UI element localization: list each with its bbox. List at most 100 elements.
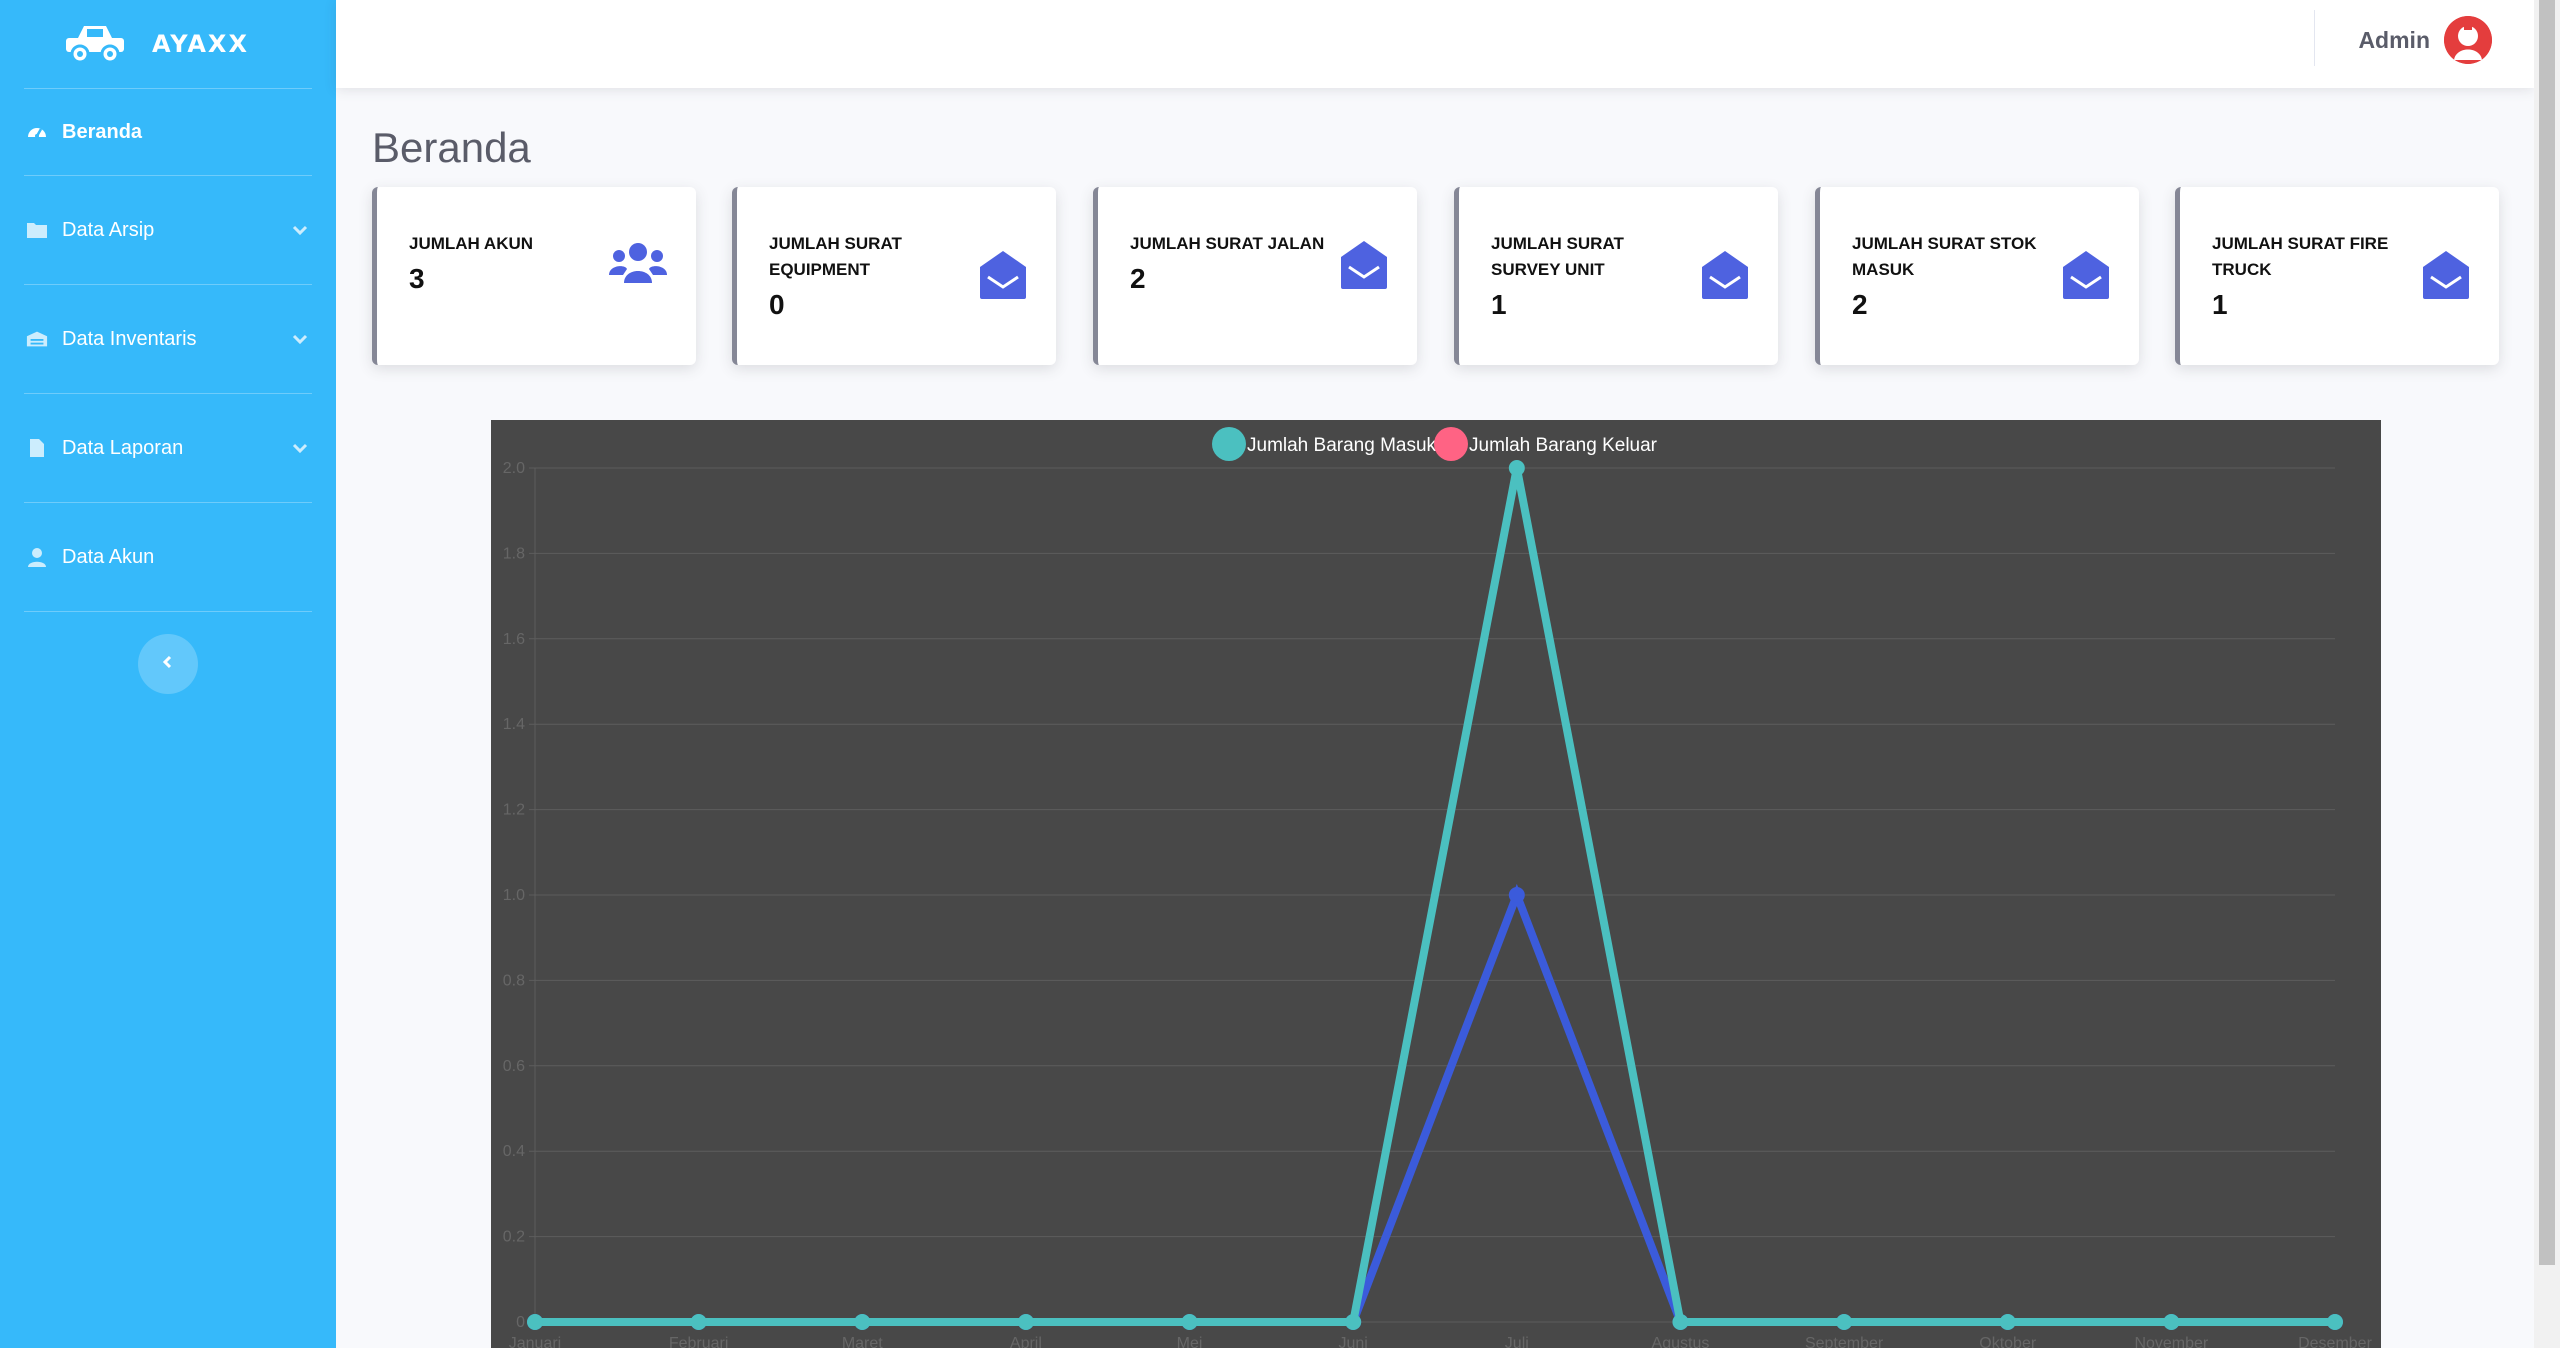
card-value: 2 <box>1852 289 1868 320</box>
data-point <box>1181 1314 1198 1330</box>
chevron-down-icon <box>290 329 310 349</box>
y-tick-label: 1.2 <box>503 802 525 819</box>
scrollbar-thumb[interactable] <box>2539 0 2555 1265</box>
topbar: Admin <box>336 0 2534 88</box>
card-label: JUMLAH SURAT STOK MASUK <box>1852 234 2037 279</box>
series-line <box>535 883 2335 1326</box>
sidebar-item-label: Data Arsip <box>62 218 155 241</box>
y-tick-label: 1.6 <box>503 631 525 648</box>
sidebar-divider <box>24 611 312 612</box>
y-tick-label: 0 <box>516 1314 525 1331</box>
card-value: 1 <box>1491 289 1507 320</box>
x-tick-label: November <box>2134 1335 2208 1348</box>
sidebar-toggle-button[interactable] <box>138 634 198 694</box>
card-label: JUMLAH SURAT JALAN <box>1130 234 1325 253</box>
card-value: 2 <box>1130 263 1146 294</box>
y-tick-label: 1.0 <box>503 887 525 904</box>
data-point <box>527 1314 543 1330</box>
x-tick-label: Oktober <box>1979 1335 2037 1348</box>
y-tick-label: 2.0 <box>503 460 525 477</box>
chevron-down-icon <box>290 438 310 458</box>
y-tick-label: 0.6 <box>503 1058 525 1075</box>
envelope-open-icon <box>1339 239 1389 296</box>
legend-swatch <box>1434 427 1468 461</box>
y-tick-label: 1.4 <box>503 716 525 733</box>
sidebar-item-label: Beranda <box>62 120 143 143</box>
users-icon <box>608 241 668 290</box>
data-point <box>1508 887 1525 903</box>
avatar[interactable] <box>2444 16 2492 64</box>
x-tick-label: Februari <box>669 1335 729 1348</box>
line-chart: 2.0 1.8 1.6 1.4 1.2 1.0 0.8 0.6 0.4 0.2 0 Januari Fe… <box>491 420 2381 1348</box>
topbar-divider <box>2314 10 2315 66</box>
data-point <box>2327 1314 2343 1330</box>
card-label: JUMLAH SURAT EQUIPMENT <box>769 234 902 279</box>
warehouse-icon <box>26 328 48 350</box>
data-point <box>1672 1314 1689 1330</box>
data-point <box>690 1314 707 1330</box>
truck-icon <box>64 24 126 64</box>
x-tick-label: Desember <box>2298 1335 2372 1348</box>
sidebar-item-label: Data Laporan <box>62 436 184 459</box>
envelope-open-icon <box>978 249 1028 306</box>
tachometer-icon <box>26 121 48 143</box>
stat-card-jumlah-akun: JUMLAH AKUN 3 <box>372 187 696 365</box>
data-point <box>1836 1314 1853 1330</box>
x-tick-label: Juli <box>1505 1335 1529 1348</box>
x-tick-label: Maret <box>842 1335 883 1348</box>
card-value: 0 <box>769 289 785 320</box>
x-tick-label: Januari <box>509 1335 561 1348</box>
card-label: JUMLAH SURAT FIRE TRUCK <box>2212 234 2389 279</box>
sidebar-item-data-akun[interactable]: Data Akun <box>0 503 336 611</box>
stat-card-jumlah-surat-survey-unit: JUMLAH SURAT SURVEY UNIT 1 <box>1454 187 1778 365</box>
y-tick-label: 0.8 <box>503 972 525 989</box>
card-value: 3 <box>409 263 425 294</box>
x-tick-label: April <box>1010 1335 1042 1348</box>
sidebar-item-label: Data Akun <box>62 545 155 568</box>
user-name: Admin <box>2358 26 2430 53</box>
data-point <box>1017 1314 1034 1330</box>
chevron-left-icon <box>160 654 176 675</box>
stat-card-jumlah-surat-jalan: JUMLAH SURAT JALAN 2 <box>1093 187 1417 365</box>
stat-card-jumlah-surat-fire-truck: JUMLAH SURAT FIRE TRUCK 1 <box>2175 187 2499 365</box>
x-tick-label: September <box>1805 1335 1884 1348</box>
sidebar-item-label: Data Inventaris <box>62 327 197 350</box>
sidebar-item-data-inventaris[interactable]: Data Inventaris <box>0 285 336 393</box>
chevron-down-icon <box>290 220 310 240</box>
stat-card-jumlah-surat-equipment: JUMLAH SURAT EQUIPMENT 0 <box>732 187 1056 365</box>
card-label: JUMLAH AKUN <box>409 234 534 253</box>
scrollbar[interactable] <box>2534 0 2560 1348</box>
chart-canvas: 2.0 1.8 1.6 1.4 1.2 1.0 0.8 0.6 0.4 0.2 0 Januari Fe… <box>503 427 2373 1348</box>
x-tick-label: Mei <box>1177 1335 1203 1348</box>
data-point <box>2163 1314 2180 1330</box>
sidebar-item-beranda[interactable]: Beranda <box>0 89 336 175</box>
page-title: Beranda <box>372 124 531 171</box>
user-menu[interactable]: Admin <box>2358 16 2492 64</box>
y-tick-label: 0.2 <box>503 1229 525 1246</box>
legend-swatch <box>1212 427 1246 461</box>
stat-card-jumlah-surat-stok-masuk: JUMLAH SURAT STOK MASUK 2 <box>1815 187 2139 365</box>
card-value: 1 <box>2212 289 2228 320</box>
user-icon <box>26 546 48 568</box>
card-label: JUMLAH SURAT SURVEY UNIT <box>1491 234 1624 279</box>
data-point <box>1508 460 1525 476</box>
data-point <box>1999 1314 2016 1330</box>
envelope-open-icon <box>1700 249 1750 306</box>
legend-label: Jumlah Barang Keluar <box>1469 435 1658 456</box>
sidebar-item-data-arsip[interactable]: Data Arsip <box>0 176 336 284</box>
legend-label: Jumlah Barang Masuk <box>1247 435 1437 456</box>
x-tick-label: Juni <box>1339 1335 1368 1348</box>
folder-icon <box>26 219 48 241</box>
sidebar-item-data-laporan[interactable]: Data Laporan <box>0 394 336 502</box>
sidebar: AYAXX Beranda Data Arsip Data Inventaris… <box>0 0 336 1348</box>
data-point <box>1345 1314 1362 1330</box>
x-tick-label: Agustus <box>1652 1335 1710 1348</box>
envelope-open-icon <box>2061 249 2111 306</box>
brand-name: AYAXX <box>152 30 249 58</box>
data-point <box>854 1314 871 1330</box>
envelope-open-icon <box>2421 249 2471 306</box>
file-icon <box>26 437 48 459</box>
y-tick-label: 0.4 <box>503 1143 525 1160</box>
y-tick-label: 1.8 <box>503 545 525 562</box>
brand[interactable]: AYAXX <box>0 0 336 88</box>
